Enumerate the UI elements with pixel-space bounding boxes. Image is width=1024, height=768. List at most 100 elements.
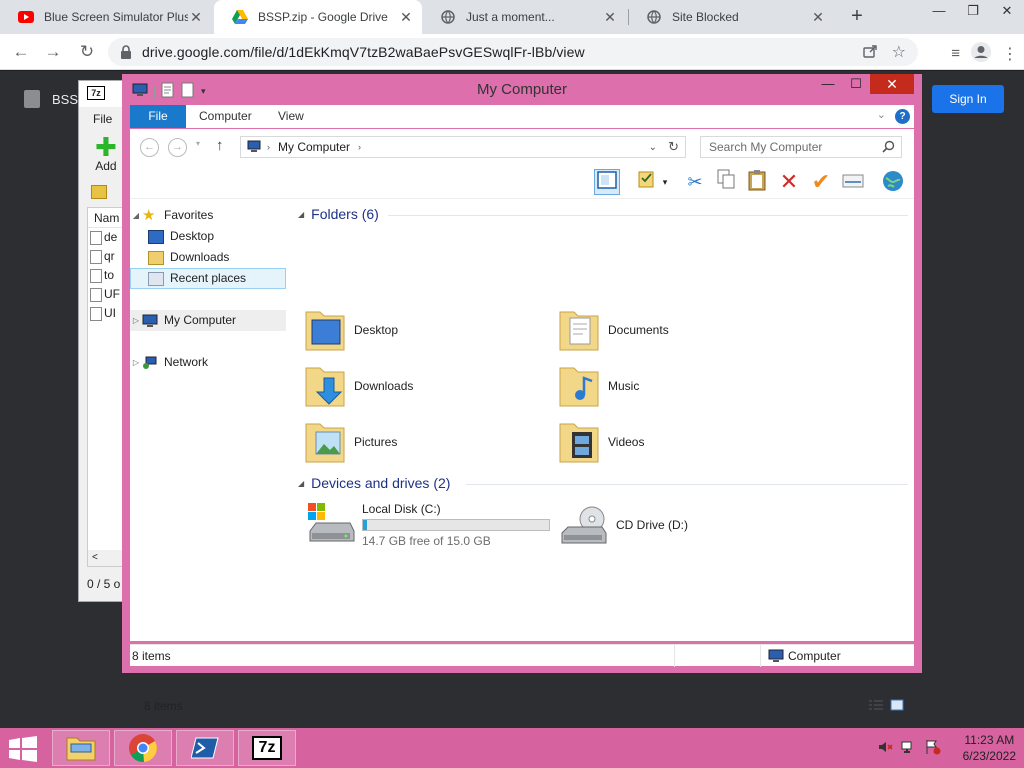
cut-scissors-icon[interactable]: ✂: [682, 169, 708, 195]
folder-desktop[interactable]: Desktop: [302, 305, 398, 355]
minimize-icon[interactable]: —: [814, 74, 842, 94]
breadcrumb-chevron-icon[interactable]: ›: [267, 142, 270, 152]
lock-icon: [120, 45, 134, 59]
tab-computer[interactable]: Computer: [199, 105, 252, 128]
bookmark-star-icon[interactable]: ☆: [892, 42, 906, 62]
dropdown-arrow-icon[interactable]: ▾: [658, 169, 672, 195]
search-input[interactable]: Search My Computer: [700, 136, 902, 158]
collapse-arrow-icon[interactable]: ◢: [298, 479, 304, 488]
tab-just-a-moment[interactable]: Just a moment... ✕: [422, 0, 626, 34]
tab-bssp-zip[interactable]: BSSP.zip - Google Drive ✕: [214, 0, 422, 34]
drive-local-disk[interactable]: Local Disk (C:) 14.7 GB free of 15.0 GB: [306, 499, 550, 551]
tab-file[interactable]: File: [130, 105, 186, 128]
sevenzip-menu-file[interactable]: File: [93, 112, 112, 126]
folder-music[interactable]: Music: [556, 361, 639, 411]
browser-tab-bar: Blue Screen Simulator Plus ✕ BSSP.zip - …: [0, 0, 1024, 34]
desktop-icon: [148, 229, 164, 244]
copy-icon[interactable]: [713, 169, 739, 195]
start-button[interactable]: [8, 736, 38, 765]
close-icon[interactable]: ✕: [870, 74, 914, 94]
breadcrumb-chevron-icon[interactable]: ›: [358, 142, 361, 152]
back-arrow-icon[interactable]: ←: [10, 41, 32, 63]
nav-my-computer[interactable]: ▷ My Computer: [130, 310, 286, 331]
reload-icon[interactable]: ↻: [76, 41, 98, 63]
close-tab-icon[interactable]: ✕: [602, 9, 618, 26]
close-icon[interactable]: ✕: [990, 0, 1024, 34]
network-status-icon[interactable]: [901, 739, 917, 758]
close-tab-icon[interactable]: ✕: [188, 9, 204, 26]
taskbar-sevenzip[interactable]: 7z: [238, 730, 296, 766]
tab-view[interactable]: View: [278, 105, 304, 128]
plus-icon: ✚: [95, 132, 117, 162]
folder-label: Pictures: [354, 435, 398, 449]
menu-kebab-icon[interactable]: ⋮: [1002, 44, 1018, 64]
forward-arrow-icon[interactable]: →: [42, 41, 64, 63]
tab-site-blocked[interactable]: Site Blocked ✕: [628, 0, 834, 34]
file-explorer-icon: [66, 737, 96, 761]
nav-network[interactable]: ▷ Network: [130, 352, 286, 373]
taskbar-file-explorer[interactable]: [52, 730, 110, 766]
tab-blue-screen-simulator[interactable]: Blue Screen Simulator Plus ✕: [0, 0, 212, 34]
status-divider: [760, 645, 761, 667]
large-icons-view-icon[interactable]: [890, 699, 904, 714]
expand-arrow-icon[interactable]: ▷: [130, 310, 142, 331]
refresh-icon[interactable]: ↻: [668, 139, 679, 155]
taskbar-clock[interactable]: 11:23 AM 6/23/2022: [963, 732, 1016, 764]
action-center-flag-icon[interactable]: [925, 739, 941, 758]
folder-pictures[interactable]: Pictures: [302, 417, 397, 467]
address-bar[interactable]: drive.google.com/file/d/1dEkKmqV7tzB2waB…: [108, 38, 918, 66]
maximize-icon[interactable]: ☐: [842, 74, 870, 94]
new-tab-button[interactable]: +: [846, 6, 868, 28]
globe-network-icon[interactable]: [880, 169, 906, 195]
nav-recent-places[interactable]: Recent places: [130, 268, 286, 289]
expand-arrow-icon[interactable]: ▷: [130, 352, 142, 373]
folder-downloads[interactable]: Downloads: [302, 361, 413, 411]
tab-title: Blue Screen Simulator Plus: [44, 10, 188, 24]
restore-icon[interactable]: ❐: [956, 0, 990, 34]
help-icon[interactable]: ?: [895, 109, 910, 124]
explorer-titlebar[interactable]: ▾ My Computer — ☐ ✕: [122, 74, 922, 104]
volume-muted-icon[interactable]: [877, 739, 893, 758]
back-button[interactable]: ←: [140, 138, 159, 157]
delete-x-icon[interactable]: ✕: [776, 169, 802, 195]
forward-button[interactable]: →: [168, 138, 187, 157]
folder-documents[interactable]: Documents: [556, 305, 669, 355]
profile-avatar-icon[interactable]: [970, 41, 992, 66]
nav-downloads[interactable]: Downloads: [130, 247, 286, 268]
rename-checkmark-icon[interactable]: ✔: [808, 169, 834, 195]
nav-desktop[interactable]: Desktop: [130, 226, 286, 247]
expand-arrow-icon[interactable]: ◢: [130, 205, 142, 226]
disk-usage-fill: [363, 520, 367, 530]
share-icon[interactable]: [862, 43, 878, 62]
breadcrumb-item[interactable]: My Computer: [278, 140, 350, 154]
group-devices[interactable]: ◢ Devices and drives (2): [298, 475, 450, 491]
search-icon: [882, 140, 895, 156]
properties-checklist-icon[interactable]: [634, 169, 660, 195]
folder-up-icon[interactable]: [91, 185, 107, 199]
group-divider: [466, 484, 908, 485]
map-drive-icon[interactable]: [840, 169, 866, 195]
up-arrow-icon[interactable]: ↑: [216, 137, 224, 154]
taskbar-chrome[interactable]: [114, 730, 172, 766]
collapse-arrow-icon[interactable]: ◢: [298, 210, 304, 219]
taskbar-powershell[interactable]: [176, 730, 234, 766]
folder-videos[interactable]: Videos: [556, 417, 644, 467]
group-folders[interactable]: ◢ Folders (6): [298, 206, 379, 222]
minimize-icon[interactable]: —: [922, 0, 956, 34]
ribbon-expand-icon[interactable]: ⌄: [877, 108, 886, 121]
recent-locations-icon[interactable]: ▾: [196, 139, 200, 148]
details-view-icon[interactable]: [868, 699, 884, 714]
media-queue-icon[interactable]: ≡: [951, 45, 960, 62]
close-tab-icon[interactable]: ✕: [810, 9, 826, 26]
drive-label: Local Disk (C:): [362, 502, 441, 516]
drive-cd[interactable]: CD Drive (D:): [560, 499, 688, 551]
sevenzip-add-button[interactable]: ✚ Add: [95, 132, 117, 173]
nav-favorites[interactable]: ◢ ★ Favorites: [130, 205, 286, 226]
paste-clipboard-icon[interactable]: [744, 169, 770, 195]
close-tab-icon[interactable]: ✕: [398, 9, 414, 26]
explorer-address-row: ← → ▾ ↑ › My Computer › ⌄ ↻ Search My Co…: [130, 129, 914, 165]
address-dropdown-icon[interactable]: ⌄: [649, 142, 657, 153]
sign-in-button[interactable]: Sign In: [932, 85, 1004, 113]
address-breadcrumb[interactable]: › My Computer › ⌄ ↻: [240, 136, 686, 158]
preview-pane-icon[interactable]: [594, 169, 620, 195]
